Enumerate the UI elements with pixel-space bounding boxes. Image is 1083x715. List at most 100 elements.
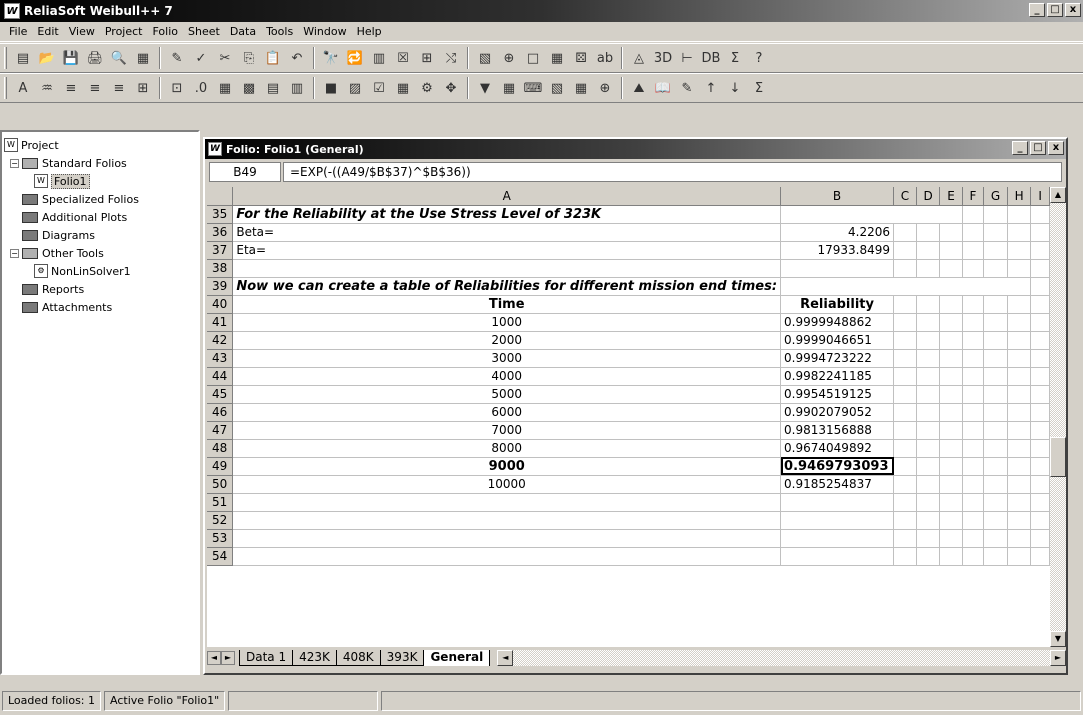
cell[interactable] (1030, 295, 1050, 314)
cell[interactable] (983, 493, 1008, 512)
menu-sheet[interactable]: Sheet (183, 25, 225, 38)
cell-a[interactable] (232, 547, 782, 566)
cell[interactable] (916, 493, 941, 512)
collapse-toggle-icon[interactable]: − (10, 248, 19, 258)
image-icon[interactable]: ⚙ (416, 77, 438, 99)
cell[interactable] (939, 439, 963, 458)
cell[interactable] (916, 385, 941, 404)
cell[interactable] (916, 241, 941, 260)
cell[interactable] (1007, 205, 1032, 224)
cell[interactable] (983, 367, 1008, 386)
cell[interactable] (1030, 241, 1050, 260)
sigma-x-icon[interactable]: Σ (724, 47, 746, 69)
row-header[interactable]: 54 (207, 547, 234, 566)
cell[interactable] (893, 511, 917, 530)
collapse-toggle-icon[interactable]: − (10, 158, 19, 168)
cell[interactable] (983, 331, 1008, 350)
cell-a[interactable] (232, 493, 782, 512)
row-header[interactable]: 44 (207, 367, 234, 386)
cell[interactable] (939, 205, 963, 224)
decimal-icon[interactable]: .0 (190, 77, 212, 99)
sheet-tab-general[interactable]: General (423, 650, 491, 666)
maximize-button[interactable]: □ (1047, 3, 1063, 17)
cell[interactable] (893, 475, 917, 494)
cell[interactable] (1030, 385, 1050, 404)
cell[interactable] (962, 421, 985, 440)
menu-file[interactable]: File (4, 25, 32, 38)
cone-icon[interactable]: ⛰ (628, 77, 650, 99)
sheet-tab-data-1[interactable]: Data 1 (239, 650, 294, 666)
cell[interactable] (916, 457, 941, 476)
horizontal-scrollbar[interactable]: ◄ ► (497, 650, 1066, 666)
cell-a[interactable]: 8000 (232, 439, 782, 458)
properties-icon[interactable]: ▦ (132, 47, 154, 69)
cell[interactable] (983, 475, 1008, 494)
row-header[interactable]: 37 (207, 241, 234, 260)
cell[interactable] (1007, 313, 1032, 332)
open-icon[interactable]: 📂 (36, 47, 58, 69)
cell[interactable] (1030, 439, 1050, 458)
cell[interactable] (939, 277, 963, 296)
scroll-down-button[interactable]: ▼ (1050, 631, 1066, 647)
cell[interactable] (939, 475, 963, 494)
menu-help[interactable]: Help (352, 25, 387, 38)
select-all-corner[interactable] (207, 187, 234, 206)
help-icon[interactable]: ? (748, 47, 770, 69)
row-header[interactable]: 48 (207, 439, 234, 458)
cell[interactable] (916, 403, 941, 422)
cell[interactable] (983, 529, 1008, 548)
cell[interactable] (939, 241, 963, 260)
cell-b[interactable]: 0.9813156888 (780, 421, 895, 440)
tree-item-nonlinsolver1[interactable]: ⚙ NonLinSolver1 (4, 262, 196, 280)
cell-a[interactable]: 4000 (232, 367, 782, 386)
dbt-icon[interactable]: DB (700, 47, 722, 69)
abc-icon[interactable]: ab (594, 47, 616, 69)
cell[interactable] (1030, 259, 1050, 278)
cell-a[interactable]: Eta= (232, 241, 782, 260)
sheet-tab-393k[interactable]: 393K (379, 650, 425, 666)
cell[interactable] (893, 421, 917, 440)
cell[interactable] (893, 547, 917, 566)
cell[interactable] (962, 331, 985, 350)
cell[interactable] (1030, 367, 1050, 386)
table-icon[interactable]: ▥ (368, 47, 390, 69)
cell-b[interactable] (780, 511, 895, 530)
cell-b[interactable] (780, 493, 895, 512)
cell[interactable] (983, 205, 1008, 224)
column-header[interactable]: I (1030, 187, 1050, 206)
cell[interactable] (962, 205, 985, 224)
cell[interactable] (939, 223, 963, 242)
cell[interactable] (893, 205, 917, 224)
tab-first-button[interactable]: ◄ (207, 651, 221, 665)
cell[interactable] (1030, 223, 1050, 242)
cell[interactable] (962, 403, 985, 422)
cell[interactable] (983, 547, 1008, 566)
cell[interactable] (983, 385, 1008, 404)
replace-icon[interactable]: 🔁 (344, 47, 366, 69)
sheet-tab-423k[interactable]: 423K (292, 650, 337, 666)
font-color-icon[interactable]: A (12, 77, 34, 99)
cell-b[interactable]: 0.9994723222 (780, 349, 895, 368)
cut-icon[interactable]: ✂ (214, 47, 236, 69)
align-center-icon[interactable]: ≡ (84, 77, 106, 99)
row-header[interactable]: 41 (207, 313, 234, 332)
sort-asc-icon[interactable]: ↑ (700, 77, 722, 99)
cell[interactable] (893, 331, 917, 350)
cell[interactable] (1007, 349, 1032, 368)
cell[interactable] (893, 457, 917, 476)
cell[interactable] (1007, 385, 1032, 404)
align-right-icon[interactable]: ≡ (108, 77, 130, 99)
merge-icon[interactable]: ⊞ (132, 77, 154, 99)
cell-b[interactable]: 17933.8499 (780, 241, 895, 260)
cell[interactable] (962, 457, 985, 476)
cell[interactable] (1030, 547, 1050, 566)
cell[interactable] (962, 241, 985, 260)
row-header[interactable]: 39 (207, 277, 234, 296)
cell[interactable] (916, 295, 941, 314)
row-header[interactable]: 47 (207, 421, 234, 440)
tree-item-additional-plots[interactable]: Additional Plots (4, 208, 196, 226)
cell[interactable] (939, 295, 963, 314)
tree-item-standard-folios[interactable]: − Standard Folios (4, 154, 196, 172)
grid-icon[interactable]: ⊕ (498, 47, 520, 69)
cell-b[interactable] (780, 529, 895, 548)
